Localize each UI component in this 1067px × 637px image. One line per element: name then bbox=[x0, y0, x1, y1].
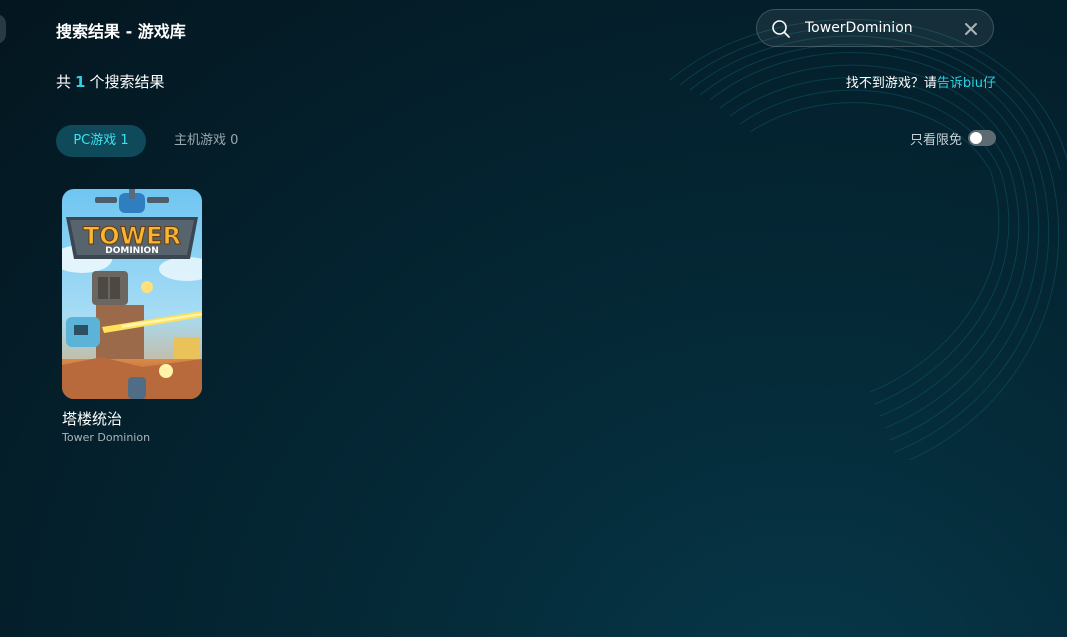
game-title-en: Tower Dominion bbox=[62, 431, 151, 444]
search-box[interactable] bbox=[756, 9, 994, 47]
game-cover-art: TOWER DOMINION bbox=[62, 189, 202, 399]
result-count-number: 1 bbox=[75, 73, 86, 91]
result-count-prefix: 共 bbox=[56, 73, 72, 91]
game-title-cn: 塔楼统治 bbox=[62, 410, 123, 428]
close-icon[interactable] bbox=[963, 21, 979, 37]
feedback-link[interactable]: 告诉biu仔 bbox=[937, 76, 996, 91]
free-only-filter: 只看限免 bbox=[910, 128, 996, 148]
result-count: 共 1 个搜索结果 bbox=[56, 71, 164, 92]
free-only-toggle[interactable] bbox=[968, 130, 996, 146]
game-card[interactable]: TOWER DOMINION 塔楼统治 Tower Dominion bbox=[62, 189, 202, 444]
tab-pc-games[interactable]: PC游戏 1 bbox=[56, 125, 146, 157]
cover-title-line2: DOMINION bbox=[105, 246, 159, 256]
result-count-suffix: 个搜索结果 bbox=[89, 73, 165, 91]
background-contour-pattern bbox=[669, 19, 1067, 460]
search-input[interactable] bbox=[805, 17, 945, 39]
tab-console-games[interactable]: 主机游戏 0 bbox=[174, 125, 238, 157]
toggle-knob bbox=[970, 132, 982, 144]
back-button[interactable] bbox=[0, 14, 6, 44]
free-only-label: 只看限免 bbox=[909, 132, 962, 148]
help-line: 找不到游戏？请告诉biu仔 bbox=[846, 72, 996, 91]
help-text: 找不到游戏？请 bbox=[845, 76, 937, 91]
search-icon bbox=[772, 20, 790, 38]
game-cover: TOWER DOMINION bbox=[62, 189, 202, 399]
page-title: 搜索结果 - 游戏库 bbox=[56, 22, 186, 41]
